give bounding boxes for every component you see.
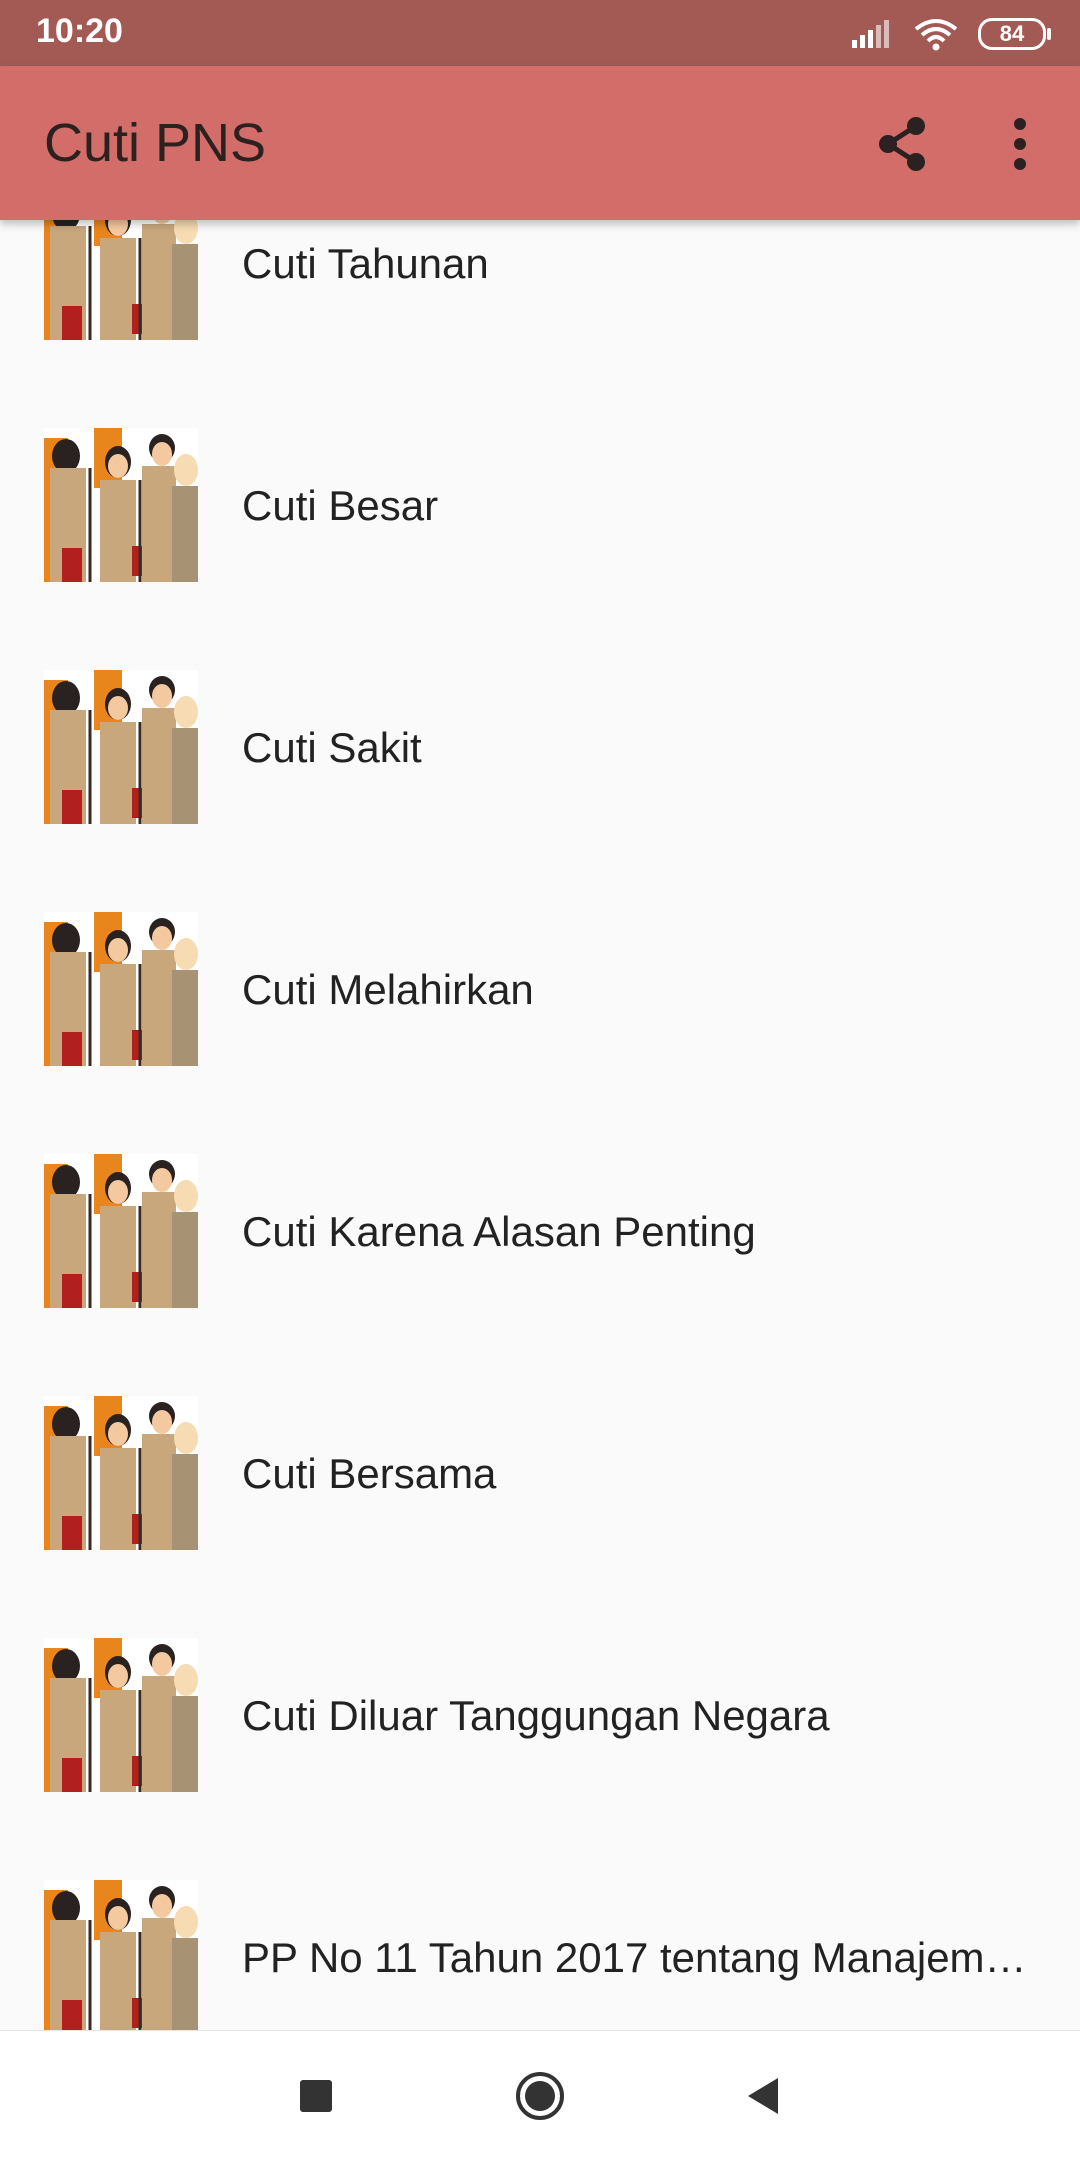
pns-illustration-icon [44, 1154, 198, 1308]
share-button[interactable] [870, 112, 934, 176]
list-item-label: Cuti Diluar Tanggungan Negara [242, 1692, 830, 1739]
home-button[interactable] [510, 2066, 570, 2126]
list-item[interactable]: Cuti Besar [0, 352, 1080, 594]
list-item[interactable]: Cuti Bersama [0, 1320, 1080, 1562]
battery-icon: 84 [978, 18, 1051, 50]
pns-thumbnail [44, 670, 198, 824]
list-item[interactable]: Cuti Sakit [0, 594, 1080, 836]
list-item-label: Cuti Melahirkan [242, 966, 534, 1013]
list-item[interactable]: Cuti Karena Alasan Penting [0, 1078, 1080, 1320]
recents-icon [300, 2080, 332, 2112]
pns-thumbnail [44, 1396, 198, 1550]
leave-type-list[interactable]: Cuti Tahunan Cuti Besar Cuti Sakit Cuti … [0, 220, 1080, 2030]
status-bar: 10:20 84 [0, 0, 1080, 66]
pns-thumbnail [44, 1154, 198, 1308]
pns-thumbnail [44, 912, 198, 1066]
list-item-label: Cuti Karena Alasan Penting [242, 1208, 756, 1255]
list-item[interactable]: Cuti Melahirkan [0, 836, 1080, 1078]
list-item[interactable]: Cuti Diluar Tanggungan Negara [0, 1562, 1080, 1804]
home-icon [516, 2072, 564, 2120]
status-icons: 84 [850, 14, 1051, 54]
pns-illustration-icon [44, 220, 198, 340]
back-icon [748, 2078, 778, 2114]
pns-thumbnail [44, 1880, 198, 2030]
pns-illustration-icon [44, 1880, 198, 2030]
pns-thumbnail [44, 428, 198, 582]
list-inner: Cuti Tahunan Cuti Besar Cuti Sakit Cuti … [0, 220, 1080, 2030]
pns-illustration-icon [44, 912, 198, 1066]
list-item-label: Cuti Besar [242, 482, 439, 529]
navigation-bar [0, 2030, 1080, 2161]
list-item-label: PP No 11 Tahun 2017 tentang Manajemen PN… [242, 1934, 1032, 1981]
pns-illustration-icon [44, 1638, 198, 1792]
list-item-label: Cuti Sakit [242, 724, 422, 771]
app-title: Cuti PNS [44, 113, 267, 173]
list-item[interactable]: Cuti Tahunan [0, 220, 1080, 352]
app-bar: Cuti PNS [0, 66, 1080, 220]
more-options-button[interactable] [990, 112, 1050, 176]
pns-illustration-icon [44, 1396, 198, 1550]
pns-illustration-icon [44, 428, 198, 582]
pns-thumbnail [44, 1638, 198, 1792]
signal-icon [852, 20, 889, 48]
more-vert-icon [1014, 118, 1026, 170]
battery-level: 84 [999, 21, 1025, 46]
list-item-label: Cuti Bersama [242, 1450, 497, 1497]
pns-thumbnail [44, 220, 198, 340]
back-button[interactable] [734, 2066, 794, 2126]
pns-illustration-icon [44, 670, 198, 824]
list-item-label: Cuti Tahunan [242, 240, 489, 287]
wifi-icon [914, 19, 958, 51]
recents-button[interactable] [286, 2066, 346, 2126]
share-icon [879, 117, 925, 171]
status-time: 10:20 [36, 12, 123, 50]
list-item[interactable]: PP No 11 Tahun 2017 tentang Manajemen PN… [0, 1804, 1080, 2030]
